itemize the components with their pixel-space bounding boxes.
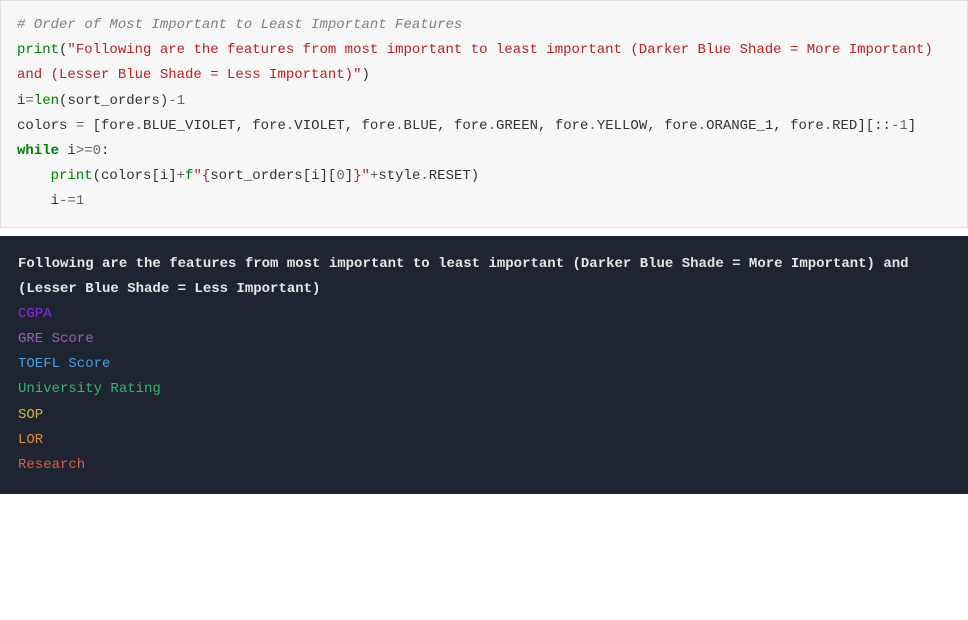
attribute: BLUE_VIOLET: [143, 118, 235, 134]
attribute: RESET: [429, 168, 471, 184]
operator: +: [177, 168, 185, 184]
output-line-research: Research: [18, 457, 85, 473]
identifier: fore: [101, 118, 135, 134]
dot: .: [135, 118, 143, 134]
comma: ,: [647, 118, 664, 134]
attribute: ORANGE_1: [706, 118, 773, 134]
output-line-sop: SOP: [18, 407, 43, 423]
bracket-close: ]: [908, 118, 916, 134]
identifier: sort_orders[i][: [210, 168, 336, 184]
string-quote: ": [362, 168, 370, 184]
code-cell[interactable]: # Order of Most Important to Least Impor…: [0, 0, 968, 228]
attribute: VIOLET: [294, 118, 344, 134]
identifier: fore: [252, 118, 286, 134]
attribute: GREEN: [496, 118, 538, 134]
comma: ,: [345, 118, 362, 134]
string-literal: Following are the features from most imp…: [17, 42, 941, 83]
indent: [17, 168, 51, 184]
operator: >=: [76, 143, 93, 159]
operator: -=: [59, 193, 76, 209]
number-literal: 1: [76, 193, 84, 209]
indent: [17, 193, 51, 209]
identifier: fore: [362, 118, 396, 134]
paren-close: ): [471, 168, 479, 184]
comma: ,: [773, 118, 790, 134]
output-line-toefl: TOEFL Score: [18, 356, 110, 372]
output-header: Following are the features from most imp…: [18, 256, 917, 297]
dot: .: [395, 118, 403, 134]
bracket-open: [: [84, 118, 101, 134]
print-keyword: print: [51, 168, 93, 184]
bracket-close: ][: [857, 118, 874, 134]
string-quote: ": [67, 42, 75, 58]
dot: .: [420, 168, 428, 184]
identifier: colors[i]: [101, 168, 177, 184]
comma: ,: [538, 118, 555, 134]
fstring-brace: }: [353, 168, 361, 184]
number-literal: 0: [93, 143, 101, 159]
output-line-lor: LOR: [18, 432, 43, 448]
slice-colon: ::: [874, 118, 891, 134]
identifier: ]: [345, 168, 353, 184]
string-quote: ": [193, 168, 201, 184]
builtin-len: len: [34, 93, 59, 109]
attribute: BLUE: [404, 118, 438, 134]
identifier: fore: [664, 118, 698, 134]
attribute: YELLOW: [597, 118, 647, 134]
identifier: i: [51, 193, 59, 209]
dot: .: [588, 118, 596, 134]
identifier: style: [378, 168, 420, 184]
operator: -: [168, 93, 176, 109]
dot: .: [824, 118, 832, 134]
comma: ,: [437, 118, 454, 134]
number-literal: 0: [336, 168, 344, 184]
output-cell: Following are the features from most imp…: [0, 236, 968, 495]
code-comment: # Order of Most Important to Least Impor…: [17, 17, 462, 33]
colon: :: [101, 143, 109, 159]
output-line-university: University Rating: [18, 381, 161, 397]
identifier: fore: [454, 118, 488, 134]
while-keyword: while: [17, 143, 59, 159]
identifier: sort_orders: [67, 93, 159, 109]
dot: .: [488, 118, 496, 134]
attribute: RED: [832, 118, 857, 134]
output-line-gre: GRE Score: [18, 331, 94, 347]
identifier: colors: [17, 118, 76, 134]
number-literal: 1: [177, 93, 185, 109]
comma: ,: [235, 118, 252, 134]
identifier: i: [59, 143, 76, 159]
paren-open: (: [93, 168, 101, 184]
operator: =: [76, 118, 84, 134]
number-literal: 1: [899, 118, 907, 134]
dot: .: [698, 118, 706, 134]
identifier: fore: [555, 118, 589, 134]
identifier: fore: [790, 118, 824, 134]
paren-close: ): [361, 67, 369, 83]
print-keyword: print: [17, 42, 59, 58]
operator: =: [25, 93, 33, 109]
paren-close: ): [160, 93, 168, 109]
output-line-cgpa: CGPA: [18, 306, 52, 322]
